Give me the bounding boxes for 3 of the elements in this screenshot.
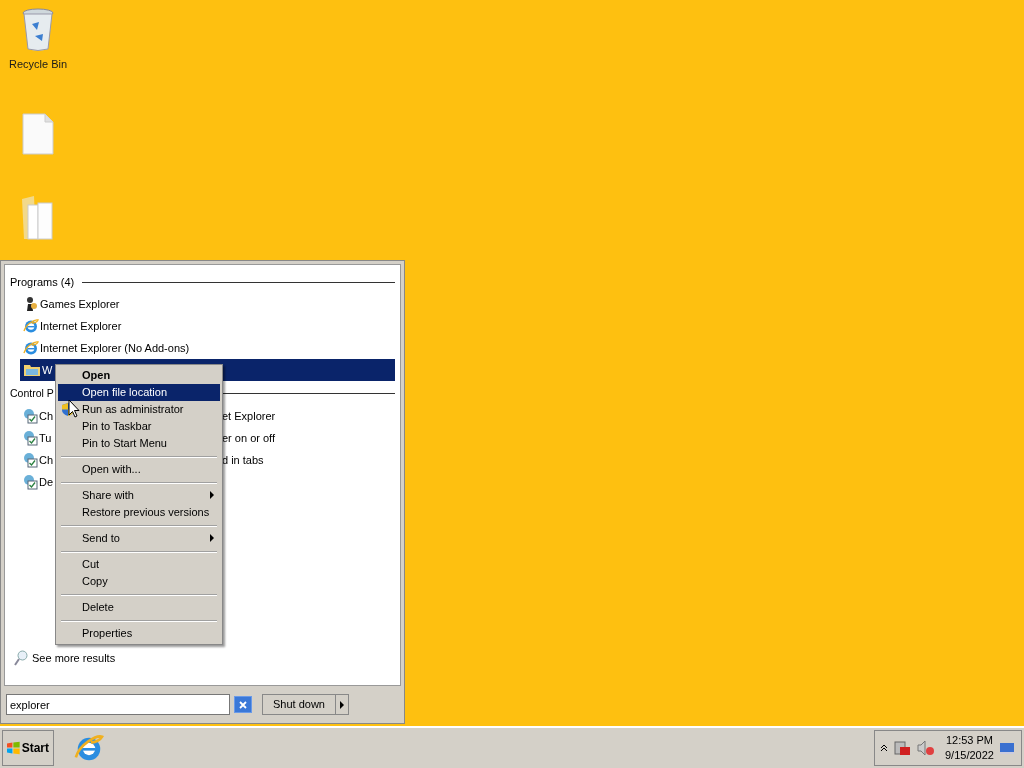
section-header: Programs (4)	[10, 274, 75, 290]
icon-label: Recycle Bin	[8, 57, 68, 72]
section-header: Control P	[10, 386, 54, 399]
